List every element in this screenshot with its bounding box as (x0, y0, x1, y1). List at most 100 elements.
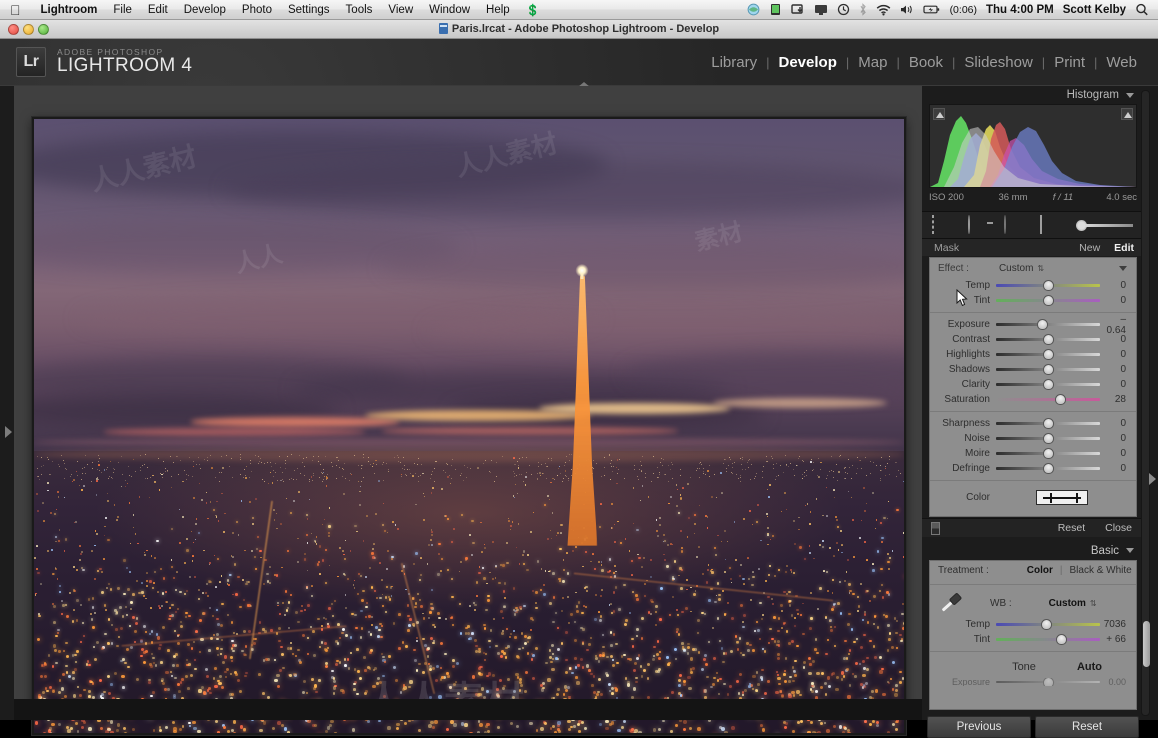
display-icon[interactable] (769, 3, 782, 16)
slider-value[interactable]: + 66 (1100, 634, 1136, 645)
slider-track[interactable] (996, 334, 1100, 345)
slider-knob[interactable] (1056, 634, 1068, 645)
tone-auto-button[interactable]: Auto (1077, 661, 1102, 673)
histogram-panel-header[interactable]: Histogram (922, 86, 1144, 104)
slider-track[interactable] (996, 433, 1100, 444)
brush-slider-exposure[interactable]: Exposure – 0.64 (930, 314, 1136, 336)
slider-value[interactable]: 0 (1100, 295, 1136, 306)
slider-value[interactable]: 0 (1100, 463, 1136, 474)
slider-knob[interactable] (1042, 433, 1054, 444)
highlight-clipping-indicator[interactable] (1121, 108, 1133, 120)
basic-slider-temp[interactable]: Temp 7036 (930, 617, 1136, 632)
red-eye-tool-icon[interactable] (1004, 214, 1025, 235)
effect-stepper-icon[interactable]: ⇅ (1037, 264, 1044, 273)
adjustment-brush-tool-icon[interactable] (1076, 217, 1134, 233)
brush-slider-contrast[interactable]: Contrast 0 (930, 332, 1136, 347)
module-map[interactable]: Map (849, 54, 896, 71)
brush-slider-shadows[interactable]: Shadows 0 (930, 362, 1136, 377)
slider-knob[interactable] (1042, 280, 1054, 291)
menu-item-window[interactable]: Window (421, 4, 478, 16)
panel-switch-icon[interactable] (931, 521, 940, 535)
slider-track[interactable] (996, 364, 1100, 375)
slider-value[interactable]: 0 (1100, 418, 1136, 429)
slider-value[interactable]: 28 (1100, 394, 1136, 405)
bluetooth-icon[interactable] (859, 3, 867, 16)
graduated-filter-tool-icon[interactable] (1040, 214, 1061, 235)
preview-image[interactable]: 人人素材 人人素材 素材 人人 人人素材 (34, 119, 904, 733)
treatment-bw-button[interactable]: Black & White (1069, 565, 1131, 576)
slider-track[interactable] (996, 280, 1100, 291)
histogram-graph[interactable] (929, 104, 1137, 188)
basic-exposure-slider-clipped[interactable]: Exposure 0.00 (930, 678, 1136, 686)
menu-item-tools[interactable]: Tools (338, 4, 381, 16)
spot-removal-tool-icon[interactable] (968, 214, 989, 235)
slider-value[interactable]: 0 (1100, 448, 1136, 459)
module-print[interactable]: Print (1045, 54, 1094, 71)
menu-item-settings[interactable]: Settings (280, 4, 338, 16)
slider-knob[interactable] (1042, 349, 1054, 360)
slider-track[interactable] (996, 295, 1100, 306)
treatment-color-button[interactable]: Color (1027, 565, 1053, 576)
previous-button[interactable]: Previous (927, 716, 1031, 738)
mask-edit-button[interactable]: Edit (1114, 242, 1134, 254)
script-menu-icon[interactable]: 💲 (518, 3, 548, 17)
basic-slider-tint[interactable]: Tint + 66 (930, 632, 1136, 647)
slider-track[interactable] (996, 319, 1100, 330)
chevron-down-icon[interactable] (1126, 92, 1134, 98)
brush-slider-noise[interactable]: Noise 0 (930, 431, 1136, 446)
slider-value[interactable]: 0 (1100, 433, 1136, 444)
slider-knob[interactable] (1042, 379, 1054, 390)
slider-value[interactable]: 0 (1100, 349, 1136, 360)
shadow-clipping-indicator[interactable] (933, 108, 945, 120)
slider-value[interactable]: 0 (1100, 364, 1136, 375)
slider-track[interactable] (996, 394, 1100, 405)
left-panel-collapsed-strip[interactable] (0, 86, 14, 720)
battery-icon[interactable] (922, 3, 941, 16)
apple-logo-icon[interactable]:  (10, 3, 21, 17)
effect-chevron-down-icon[interactable] (1119, 265, 1127, 271)
brush-slider-highlights[interactable]: Highlights 0 (930, 347, 1136, 362)
effect-row[interactable]: Effect : Custom ⇅ (930, 258, 1136, 278)
menu-item-file[interactable]: File (105, 4, 140, 16)
brush-reset-button[interactable]: Reset (1058, 522, 1085, 534)
module-book[interactable]: Book (900, 54, 952, 71)
slider-track[interactable] (996, 448, 1100, 459)
menu-item-help[interactable]: Help (478, 4, 518, 16)
brush-slider-defringe[interactable]: Defringe 0 (930, 461, 1136, 476)
slider-value[interactable]: 7036 (1100, 619, 1136, 630)
slider-track[interactable] (996, 418, 1100, 429)
slider-knob[interactable] (1037, 319, 1049, 330)
slider-track[interactable] (996, 634, 1100, 645)
scrollbar-thumb[interactable] (1142, 621, 1150, 667)
menu-item-lightroom[interactable]: Lightroom (33, 4, 106, 16)
reset-button[interactable]: Reset (1035, 716, 1139, 738)
brush-slider-clarity[interactable]: Clarity 0 (930, 377, 1136, 392)
right-panel-collapse-arrow-icon[interactable] (1149, 473, 1156, 485)
slider-track[interactable] (996, 619, 1100, 630)
chevron-down-icon[interactable] (1126, 548, 1134, 553)
slider-knob[interactable] (1042, 418, 1054, 429)
module-develop[interactable]: Develop (770, 54, 846, 71)
slider-value[interactable]: 0 (1100, 334, 1136, 345)
slider-knob[interactable] (1041, 619, 1053, 630)
module-library[interactable]: Library (702, 54, 766, 71)
timemachine-icon[interactable] (837, 3, 850, 16)
slider-knob[interactable] (1054, 394, 1066, 405)
crop-overlay-tool-icon[interactable] (932, 214, 953, 235)
slider-knob[interactable] (1042, 364, 1054, 375)
slider-track[interactable] (996, 379, 1100, 390)
menu-item-edit[interactable]: Edit (140, 4, 176, 16)
right-panel-scrollbar[interactable] (1141, 90, 1150, 716)
menu-item-photo[interactable]: Photo (234, 4, 280, 16)
mask-new-button[interactable]: New (1079, 242, 1100, 254)
module-slideshow[interactable]: Slideshow (955, 54, 1041, 71)
spotlight-search-icon[interactable] (1135, 3, 1149, 16)
brush-close-button[interactable]: Close (1105, 522, 1132, 534)
slider-knob[interactable] (1042, 334, 1054, 345)
slider-knob[interactable] (1042, 463, 1054, 474)
slider-value[interactable]: 0 (1100, 379, 1136, 390)
dropbox-icon[interactable] (747, 3, 760, 16)
slider-knob[interactable] (1042, 295, 1054, 306)
slider-track[interactable] (996, 463, 1100, 474)
brush-color-swatch[interactable] (1036, 489, 1088, 505)
